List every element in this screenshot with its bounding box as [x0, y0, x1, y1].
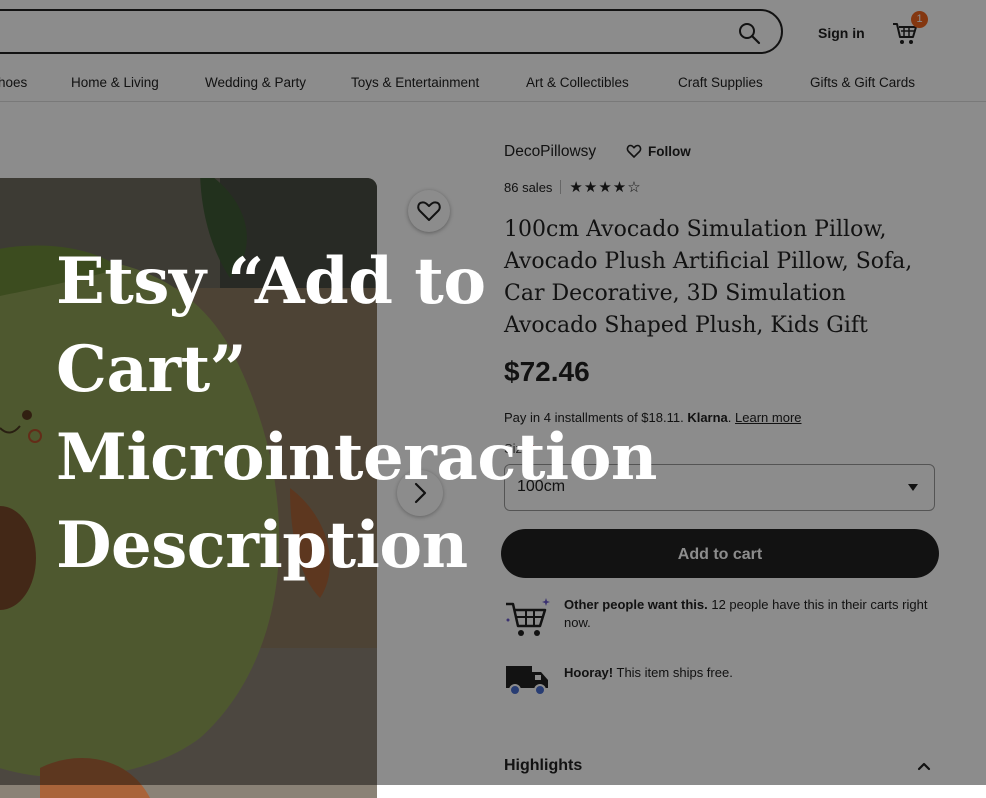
nav-item-wedding-party[interactable]: Wedding & Party: [205, 75, 306, 90]
cart-sparkle-icon: [506, 598, 550, 636]
category-nav: Shoes Home & Living Wedding & Party Toys…: [0, 64, 986, 102]
caret-down-icon: [908, 484, 918, 491]
perk-demand-text: Other people want this. 12 people have t…: [564, 596, 934, 632]
required-marker: *: [529, 441, 535, 456]
nav-item-toys-entertainment[interactable]: Toys & Entertainment: [351, 75, 479, 90]
perk-shipping-detail: This item ships free.: [613, 665, 733, 680]
size-label-text: Size: [504, 441, 530, 456]
installments-info: Pay in 4 installments of $18.11. Klarna.…: [504, 410, 802, 425]
installments-text: Pay in 4 installments of $18.11.: [504, 410, 684, 425]
size-select-value: 100cm: [517, 478, 566, 495]
size-select[interactable]: 100cm: [504, 464, 935, 511]
chevron-up-icon: [917, 762, 931, 771]
product-image[interactable]: [0, 178, 377, 798]
nav-item-art-collectibles[interactable]: Art & Collectibles: [526, 75, 629, 90]
next-image-button[interactable]: [397, 470, 443, 516]
search-input[interactable]: [0, 9, 783, 54]
etsy-product-page: Sign in 1 Shoes Home & Living Wedding & …: [0, 0, 986, 798]
perk-demand: Other people want this. 12 people have t…: [504, 596, 935, 640]
product-price: $72.46: [504, 356, 590, 387]
nav-item-gifts-gift-cards[interactable]: Gifts & Gift Cards: [810, 75, 915, 90]
perk-demand-bold: Other people want this.: [564, 597, 708, 612]
highlights-label: Highlights: [504, 757, 583, 774]
follow-label: Follow: [648, 143, 691, 159]
perk-shipping-bold: Hooray!: [564, 665, 614, 680]
avocado-pillow-illustration: [0, 178, 377, 798]
perk-free-shipping: Hooray! This item ships free.: [504, 664, 935, 700]
shop-name-link[interactable]: DecoPillowsy: [504, 143, 596, 161]
search-icon[interactable]: [737, 21, 761, 45]
nav-item-shoes[interactable]: Shoes: [0, 75, 27, 90]
cart-count-badge: 1: [911, 11, 928, 28]
perk-free-shipping-text: Hooray! This item ships free.: [564, 664, 934, 682]
divider: [560, 180, 562, 194]
highlights-toggle[interactable]: Highlights: [504, 757, 935, 775]
learn-more-link[interactable]: Learn more: [735, 410, 801, 425]
heart-icon: [417, 201, 441, 221]
shop-stats: 86 sales ★★★★☆: [504, 178, 642, 196]
favorite-button[interactable]: [408, 190, 450, 232]
truck-icon: [506, 666, 548, 696]
nav-item-craft-supplies[interactable]: Craft Supplies: [678, 75, 763, 90]
klarna-logo: Klarna: [687, 410, 728, 425]
add-to-cart-button[interactable]: Add to cart: [501, 529, 939, 578]
product-title: 100cm Avocado Simulation Pillow, Avocado…: [504, 217, 913, 338]
sales-count: 86 sales: [504, 179, 553, 195]
size-label: Size*: [504, 441, 534, 456]
sign-in-link[interactable]: Sign in: [818, 25, 865, 41]
heart-icon: [626, 144, 642, 158]
star-rating[interactable]: ★★★★☆: [569, 178, 641, 196]
nav-item-home-living[interactable]: Home & Living: [71, 75, 159, 90]
chevron-right-icon: [414, 482, 427, 504]
follow-button[interactable]: Follow: [626, 143, 691, 159]
